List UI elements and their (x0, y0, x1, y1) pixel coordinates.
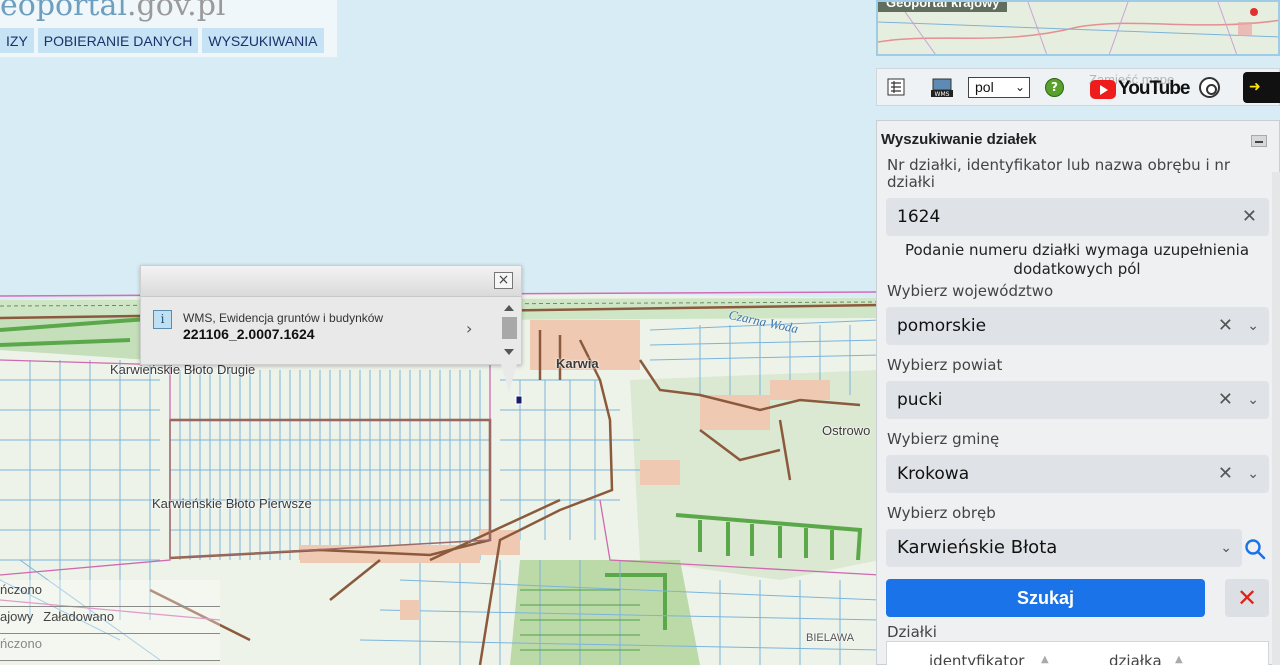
scroll-up-icon[interactable] (504, 305, 514, 311)
status-layer: ajowy (0, 609, 34, 624)
clear-voivodeship-icon[interactable]: ✕ (1218, 307, 1233, 345)
nav-item-wyszukiwania[interactable]: WYSZUKIWANIA (202, 28, 324, 53)
county-label: Wybierz powiat (887, 356, 1003, 374)
voivodeship-value: pomorskie (897, 316, 987, 336)
popup-parcel-identifier: 221106_2.0007.1624 (183, 326, 315, 342)
svg-text:WMS: WMS (935, 91, 950, 98)
map-label-ostrowo: Ostrowo (822, 423, 871, 438)
panel-scrollbar[interactable] (1272, 172, 1280, 665)
parcel-search-panel: Wyszukiwanie działek Nr działki, identyf… (876, 120, 1280, 665)
popup-next-arrow-icon[interactable]: › (466, 319, 472, 338)
map-label-karwia: Karwia (556, 356, 599, 371)
voivodeship-label: Wybierz województwo (887, 282, 1054, 300)
help-icon[interactable]: ? (1045, 78, 1064, 97)
parcel-number-label: Nr działki, identyfikator lub nazwa obrę… (887, 156, 1231, 191)
commune-value: Krokowa (897, 464, 970, 484)
popup-header: × (141, 266, 521, 297)
status-text: ńczono (0, 582, 42, 597)
status-row: ńczono (0, 634, 220, 661)
popup-source-layer: WMS, Ewidencja gruntów i budynków (183, 311, 384, 325)
commune-label: Wybierz gminę (887, 430, 1000, 448)
results-label: Działki (887, 623, 937, 641)
panel-title: Wyszukiwanie działek (881, 131, 1037, 148)
popup-close-button[interactable]: × (494, 272, 513, 289)
map-label-karwienskie-bloto-pierwsze: Karwieńskie Błoto Pierwsze (152, 496, 312, 511)
column-identifier[interactable]: identyfikator (929, 652, 1024, 665)
voivodeship-select[interactable]: pomorskie ✕ ⌄ (886, 307, 1269, 345)
map-toolbar: WMS pol ⌄ ? Zamieść mapę YouTube ➜ (876, 68, 1280, 106)
minimap-title: Geoportal krajowy (878, 2, 1008, 12)
chevron-down-icon: ⌄ (1014, 80, 1025, 94)
language-value: pol (975, 79, 994, 95)
popup-body: i WMS, Ewidencja gruntów i budynków 2211… (141, 297, 521, 365)
status-text: ńczono (0, 636, 42, 651)
nav-item-analizy[interactable]: IZY (0, 28, 34, 53)
geoportal-logo[interactable]: eoportal.gov.pl (0, 0, 226, 23)
popup-pointer (501, 364, 517, 392)
info-icon: i (153, 310, 172, 329)
scroll-down-icon[interactable] (504, 349, 514, 355)
chevron-down-icon[interactable]: ⌄ (1220, 529, 1232, 567)
column-parcel[interactable]: działka (1109, 652, 1162, 665)
nav-item-pobieranie-danych[interactable]: POBIERANIE DANYCH (37, 28, 199, 53)
results-table-header: identyfikator ▲ działka ▲ (886, 641, 1269, 665)
status-row: ajowy Załadowano (0, 607, 220, 634)
parcel-number-value: 1624 (897, 207, 941, 227)
logo-suffix: .gov.pl (126, 0, 226, 23)
chevron-down-icon[interactable]: ⌄ (1247, 307, 1259, 345)
language-select[interactable]: pol ⌄ (968, 77, 1030, 98)
clear-commune-icon[interactable]: ✕ (1218, 455, 1233, 493)
popup-scrollbar[interactable] (499, 301, 519, 359)
feature-info-popup: × i WMS, Ewidencja gruntów i budynków 22… (140, 265, 522, 392)
accessibility-wheel-icon[interactable] (1199, 77, 1220, 98)
precinct-select[interactable]: Karwieńskie Błota ⌄ (886, 529, 1242, 567)
commune-select[interactable]: Krokowa ✕ ⌄ (886, 455, 1269, 493)
youtube-button[interactable]: YouTube (1090, 78, 1190, 100)
status-row: ńczono (0, 580, 220, 607)
chevron-down-icon[interactable]: ⌄ (1247, 455, 1259, 493)
youtube-label: YouTube (1118, 78, 1190, 99)
county-select[interactable]: pucki ✕ ⌄ (886, 381, 1269, 419)
top-navigation: IZY POBIERANIE DANYCH WYSZUKIWANIA (0, 28, 324, 53)
scroll-thumb[interactable] (502, 317, 517, 339)
precinct-label: Wybierz obręb (887, 504, 996, 522)
logo-main: eoportal (0, 0, 127, 23)
clear-county-icon[interactable]: ✕ (1218, 381, 1233, 419)
youtube-play-icon (1090, 79, 1116, 99)
parcel-number-input[interactable]: 1624 ✕ (886, 198, 1269, 236)
search-button[interactable]: Szukaj (886, 579, 1205, 617)
clear-parcel-icon[interactable]: ✕ (1242, 198, 1257, 236)
status-text: Załadowano (43, 609, 115, 624)
wms-icon[interactable]: WMS (931, 78, 953, 98)
overview-minimap[interactable]: Geoportal krajowy (876, 0, 1280, 56)
map-label-bielawa: BIELAWA (806, 632, 855, 644)
parcel-hint: Podanie numeru działki wymaga uzupełnien… (904, 241, 1250, 278)
sort-icon[interactable]: ▲ (1041, 654, 1049, 665)
layers-grid-icon[interactable] (887, 78, 905, 96)
search-icon[interactable] (1243, 537, 1267, 561)
chevron-down-icon[interactable]: ⌄ (1247, 381, 1259, 419)
county-value: pucki (897, 390, 943, 410)
high-contrast-button[interactable]: ➜ (1243, 72, 1280, 103)
precinct-value: Karwieńskie Błota (897, 537, 1058, 558)
sort-icon[interactable]: ▲ (1175, 654, 1183, 665)
minimize-icon[interactable] (1251, 135, 1267, 147)
clear-search-button[interactable]: ✕ (1225, 579, 1269, 617)
layer-load-status: ńczono ajowy Załadowano ńczono (0, 580, 220, 661)
